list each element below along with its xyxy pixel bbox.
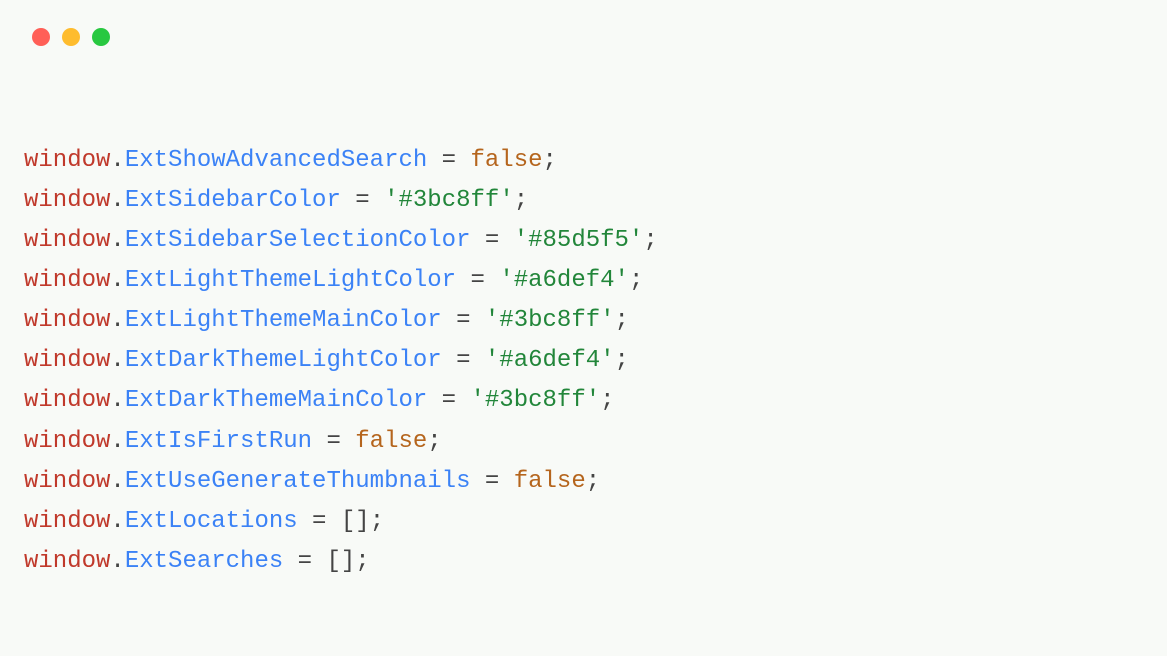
token-assign: = [442, 307, 485, 334]
token-dot: . [110, 387, 124, 414]
token-object: window [24, 347, 110, 374]
token-value: '#3bc8ff' [485, 307, 615, 334]
token-semicolon: ; [370, 508, 384, 535]
token-value: '#a6def4' [485, 347, 615, 374]
token-assign: = [470, 227, 513, 254]
window-minimize-button[interactable] [62, 28, 80, 46]
token-property: ExtLightThemeMainColor [125, 307, 442, 334]
token-object: window [24, 187, 110, 214]
token-property: ExtUseGenerateThumbnails [125, 468, 471, 495]
token-assign: = [298, 508, 341, 535]
window-controls [0, 0, 1167, 46]
token-assign: = [312, 428, 355, 455]
token-value: '#a6def4' [499, 267, 629, 294]
token-property: ExtDarkThemeLightColor [125, 347, 442, 374]
token-semicolon: ; [543, 147, 557, 174]
token-property: ExtLocations [125, 508, 298, 535]
token-dot: . [110, 508, 124, 535]
token-dot: . [110, 428, 124, 455]
token-rbracket: ] [341, 548, 355, 575]
token-property: ExtLightThemeLightColor [125, 267, 456, 294]
token-semicolon: ; [427, 428, 441, 455]
token-value: false [514, 468, 586, 495]
token-property: ExtSearches [125, 548, 283, 575]
token-assign: = [470, 468, 513, 495]
token-object: window [24, 387, 110, 414]
code-line: window.ExtLightThemeMainColor = '#3bc8ff… [24, 301, 1167, 341]
code-line: window.ExtSidebarColor = '#3bc8ff'; [24, 181, 1167, 221]
token-semicolon: ; [586, 468, 600, 495]
token-assign: = [442, 347, 485, 374]
token-property: ExtShowAdvancedSearch [125, 147, 427, 174]
token-object: window [24, 428, 110, 455]
token-dot: . [110, 147, 124, 174]
token-semicolon: ; [629, 267, 643, 294]
token-object: window [24, 307, 110, 334]
code-line: window.ExtLightThemeLightColor = '#a6def… [24, 261, 1167, 301]
token-value: '#85d5f5' [514, 227, 644, 254]
token-property: ExtDarkThemeMainColor [125, 387, 427, 414]
token-property: ExtSidebarSelectionColor [125, 227, 471, 254]
token-property: ExtIsFirstRun [125, 428, 312, 455]
token-object: window [24, 267, 110, 294]
code-line: window.ExtIsFirstRun = false; [24, 422, 1167, 462]
token-value: false [471, 147, 543, 174]
token-object: window [24, 147, 110, 174]
code-block: window.ExtShowAdvancedSearch = false;win… [0, 46, 1167, 582]
token-semicolon: ; [615, 347, 629, 374]
token-value: '#3bc8ff' [471, 387, 601, 414]
code-line: window.ExtSidebarSelectionColor = '#85d5… [24, 221, 1167, 261]
token-object: window [24, 468, 110, 495]
token-assign: = [427, 387, 470, 414]
code-line: window.ExtDarkThemeLightColor = '#a6def4… [24, 341, 1167, 381]
token-object: window [24, 508, 110, 535]
token-semicolon: ; [643, 227, 657, 254]
token-lbracket: [ [341, 508, 355, 535]
token-semicolon: ; [600, 387, 614, 414]
token-dot: . [110, 468, 124, 495]
window-close-button[interactable] [32, 28, 50, 46]
token-assign: = [283, 548, 326, 575]
code-line: window.ExtShowAdvancedSearch = false; [24, 141, 1167, 181]
token-assign: = [456, 267, 499, 294]
token-dot: . [110, 347, 124, 374]
token-object: window [24, 227, 110, 254]
token-value: '#3bc8ff' [384, 187, 514, 214]
code-line: window.ExtUseGenerateThumbnails = false; [24, 462, 1167, 502]
code-line: window.ExtLocations = []; [24, 502, 1167, 542]
token-property: ExtSidebarColor [125, 187, 341, 214]
code-line: window.ExtSearches = []; [24, 542, 1167, 582]
token-dot: . [110, 548, 124, 575]
token-semicolon: ; [514, 187, 528, 214]
window-zoom-button[interactable] [92, 28, 110, 46]
token-assign: = [341, 187, 384, 214]
token-rbracket: ] [355, 508, 369, 535]
token-semicolon: ; [615, 307, 629, 334]
token-assign: = [427, 147, 470, 174]
token-lbracket: [ [326, 548, 340, 575]
token-object: window [24, 548, 110, 575]
token-dot: . [110, 267, 124, 294]
token-dot: . [110, 187, 124, 214]
token-dot: . [110, 227, 124, 254]
code-line: window.ExtDarkThemeMainColor = '#3bc8ff'… [24, 381, 1167, 421]
token-value: false [355, 428, 427, 455]
token-semicolon: ; [355, 548, 369, 575]
token-dot: . [110, 307, 124, 334]
